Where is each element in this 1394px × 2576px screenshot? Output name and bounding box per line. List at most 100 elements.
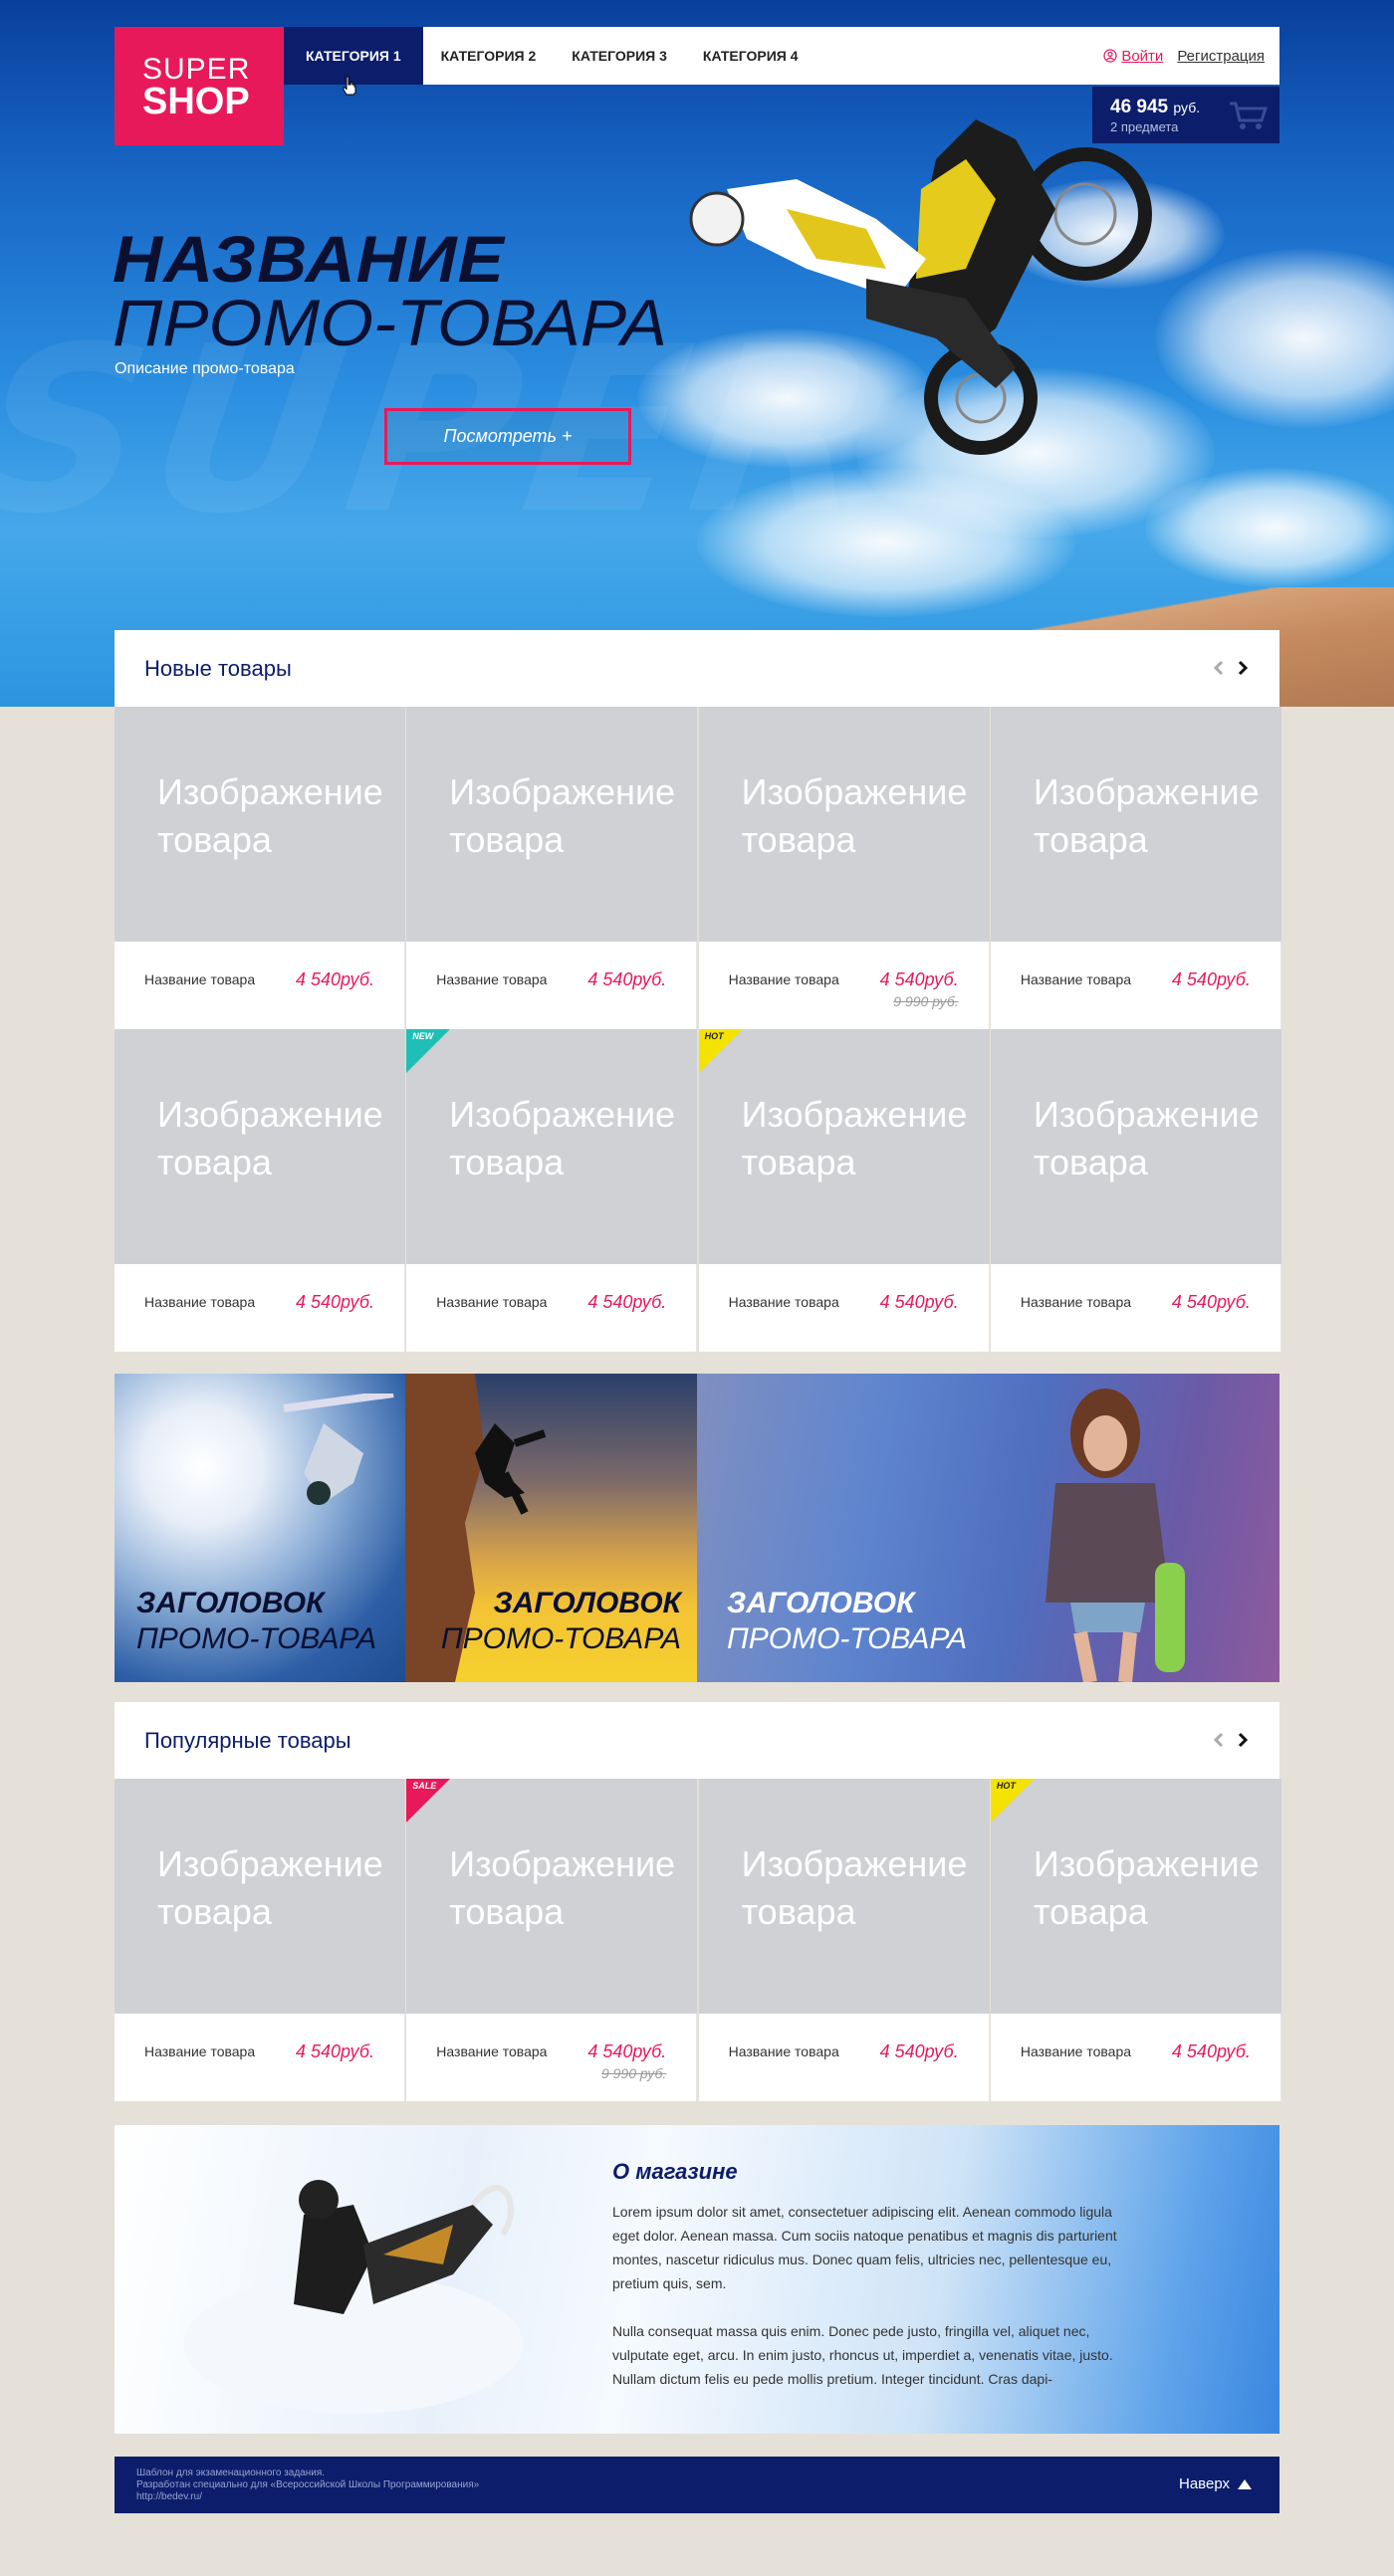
product-card[interactable]: Изображение товара Название товара 4 540… [990,1029,1281,1352]
footer-line-2: Разработан специально для «Всероссийской… [136,2479,480,2490]
product-image-placeholder: Изображение товара [115,1779,405,2014]
product-old-price: 9 990 руб. [600,2065,667,2081]
product-price: 4 540руб. [879,969,959,989]
product-image-placeholder: Изображение товара [115,1029,405,1264]
view-promo-button[interactable]: Посмотреть + [384,408,631,465]
user-icon [1103,49,1117,63]
product-name[interactable]: Название товара [144,971,255,987]
arrow-left-icon[interactable] [1212,660,1226,676]
product-card[interactable]: NEW Изображение товара Название товара 4… [406,1029,698,1352]
product-name[interactable]: Название товара [436,2043,547,2059]
footer-link[interactable]: http://bedev.ru/ [136,2491,479,2503]
product-name[interactable]: Название товара [436,971,547,987]
product-image-label-line1: Изображение [741,771,968,812]
badge-new: NEW [406,1029,451,1073]
promo-banner-climbing[interactable]: Заголовок промо-товара [405,1374,697,1682]
product-card[interactable]: HOT Изображение товара Название товара 4… [698,1029,990,1352]
product-card[interactable]: Изображение товара Название товара 4 540… [990,707,1281,1029]
badge-sale: SALE [406,1779,451,1823]
product-name[interactable]: Название товара [729,1294,839,1310]
banner-1-title: Заголовок [136,1587,325,1619]
product-image-placeholder: Изображение товара [698,707,990,942]
product-image-label-line1: Изображение [157,1843,383,1884]
product-card[interactable]: Изображение товара Название товара 4 540… [115,1029,405,1352]
product-image-label: Изображение товара [157,1091,383,1186]
product-name[interactable]: Название товара [1021,1294,1131,1310]
banner-1-subtitle: промо-товара [136,1622,377,1655]
cart-sum-value: 46 945 [1110,97,1169,117]
product-name[interactable]: Название товара [1021,2043,1131,2059]
product-card[interactable]: Изображение товара Название товара 4 540… [115,707,405,1029]
cart-widget[interactable]: 46 945 руб. 2 предмета [1092,87,1279,143]
login-label: Войти [1121,47,1164,65]
auth-links: Войти Регистрация [1103,27,1265,85]
product-image-label: Изображение товара [449,1840,675,1936]
footer-line-1: Шаблон для экзаменационного задания. [136,2468,326,2478]
logo-line2: SHOP [142,81,250,122]
product-image-label: Изображение товара [449,768,675,864]
product-card[interactable]: SALE Изображение товара Название товара … [406,1779,698,2101]
product-image-label-line1: Изображение [1033,1094,1260,1135]
product-image-placeholder: Изображение товара [698,1779,990,2014]
product-image-label: Изображение товара [157,768,383,864]
arrow-up-icon [1238,2478,1252,2489]
badge-hot: HOT [990,1779,1035,1823]
product-image-label-line2: товара [1033,819,1148,860]
product-image-label-line2: товара [741,1891,856,1932]
nav-item-category-2[interactable]: Категория 2 [423,27,555,85]
product-image-label-line2: товара [741,819,856,860]
product-name[interactable]: Название товара [729,971,839,987]
skater-girl-image [1046,1389,1185,1682]
product-name[interactable]: Название товара [144,1294,255,1310]
product-image-label-line2: товара [449,1142,565,1182]
product-image-label: Изображение товара [1034,1091,1260,1186]
product-name[interactable]: Название товара [1021,971,1131,987]
product-image-placeholder: Изображение товара [990,707,1281,942]
carousel-arrows [1212,1732,1250,1748]
product-price: 4 540руб. [1171,2041,1251,2061]
product-image-label-line2: товара [741,1142,856,1182]
product-name[interactable]: Название товара [436,1294,547,1310]
product-card[interactable]: Изображение товара Название товара 4 540… [115,1779,405,2101]
product-price: 4 540руб. [1171,1292,1251,1312]
product-card[interactable]: HOT Изображение товара Название товара 4… [990,1779,1281,2101]
product-image-label-line1: Изображение [449,771,676,812]
logo[interactable]: SUPER SHOP [115,27,284,145]
product-price: 4 540руб. [296,1292,374,1312]
product-name[interactable]: Название товара [144,2043,255,2059]
arrow-left-icon[interactable] [1212,1732,1226,1748]
product-price: 4 540руб. [296,969,374,989]
product-image-label-line2: товара [157,1142,272,1182]
back-to-top-button[interactable]: Наверх [1179,2475,1252,2492]
arrow-right-icon[interactable] [1236,660,1250,676]
product-image-placeholder: Изображение товара [115,707,405,942]
about-title: О магазине [612,2159,738,2184]
login-link[interactable]: Войти [1103,48,1163,65]
banner-3-subtitle: промо-товара [727,1622,968,1655]
cart-currency: руб. [1173,100,1201,115]
banner-2-subtitle: промо-товара [440,1622,681,1655]
promo-banner-skateboard[interactable]: Заголовок промо-товара [697,1374,1279,1682]
nav-item-category-4[interactable]: Категория 4 [685,27,816,85]
product-image-label-line1: Изображение [1033,771,1260,812]
product-card[interactable]: Изображение товара Название товара 4 540… [698,707,990,1029]
product-name[interactable]: Название товара [729,2043,839,2059]
promo-title-light: промо-товара [113,286,667,359]
product-image-label: Изображение товара [742,768,968,864]
product-image-label-line2: товара [449,1891,565,1932]
arrow-right-icon[interactable] [1236,1732,1250,1748]
promo-banner-snowboard[interactable]: Заголовок промо-товара [115,1374,405,1682]
register-link[interactable]: Регистрация [1177,48,1265,65]
product-card[interactable]: Изображение товара Название товара 4 540… [698,1779,990,2101]
snowmobile-image [184,2180,523,2414]
product-card[interactable]: Изображение товара Название товара 4 540… [406,707,698,1029]
product-image-label: Изображение товара [742,1091,968,1186]
nav-item-category-3[interactable]: Категория 3 [554,27,685,85]
product-image-label-line2: товара [157,1891,272,1932]
product-image-label: Изображение товара [1034,768,1260,864]
product-image-label-line1: Изображение [741,1843,968,1884]
product-price: 4 540руб. [587,969,667,989]
product-price: 4 540руб. [587,2041,667,2061]
new-products-header: Новые товары [115,630,1279,707]
product-image-label: Изображение товара [1034,1840,1260,1936]
